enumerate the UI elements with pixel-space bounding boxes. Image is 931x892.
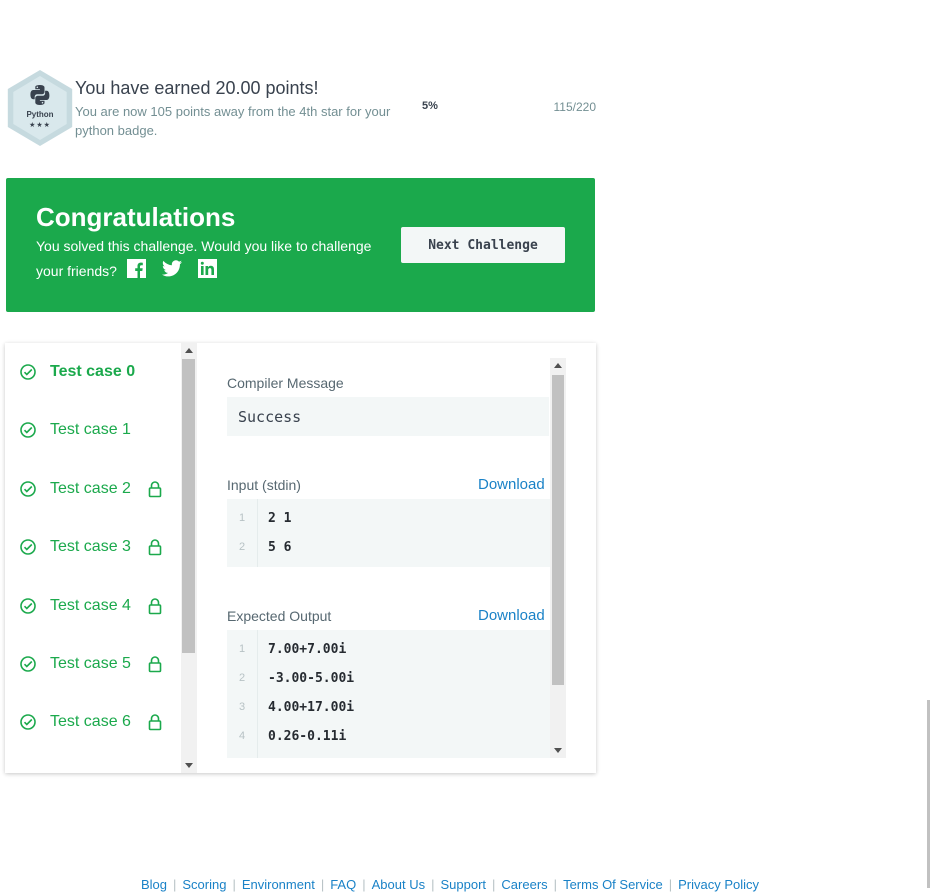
detail-scroll-down-arrow-icon[interactable]	[554, 748, 562, 753]
test-results-panel: Test case 0 Test case 1 Test case 2 Test ca…	[5, 343, 596, 773]
test-case-list-scrollbar[interactable]	[181, 343, 197, 773]
badge-progress-count: 115/220	[553, 100, 597, 114]
footer-separator: |	[431, 877, 435, 892]
footer-link[interactable]: FAQ	[330, 877, 356, 892]
check-circle-icon	[19, 421, 37, 439]
footer-link[interactable]: Careers	[501, 877, 547, 892]
footer-separator: |	[172, 877, 177, 892]
code-line: 1 7.00+7.00i	[227, 639, 346, 659]
footer-link[interactable]: Blog	[141, 877, 167, 892]
footer-link[interactable]: About Us	[372, 877, 425, 892]
python-logo-icon	[30, 85, 50, 105]
line-number: 2	[238, 672, 246, 684]
code-text: 4.00+17.00i	[268, 699, 355, 715]
code-text: 2 1	[268, 510, 292, 526]
test-case-detail: Compiler Message Success Input (stdin) D…	[197, 343, 596, 773]
line-number: 1	[238, 512, 246, 524]
test-case-tab-3[interactable]: Test case 3	[19, 535, 163, 559]
code-line: 4 0.26-0.11i	[227, 726, 346, 746]
scroll-up-arrow-icon[interactable]	[185, 348, 193, 353]
test-case-label: Test case 0	[50, 363, 136, 380]
code-text: 0.26-0.11i	[268, 728, 347, 744]
test-case-label: Test case 4	[50, 596, 131, 614]
lock-icon	[147, 655, 163, 673]
test-case-tab-0[interactable]: Test case 0	[19, 360, 135, 384]
input-code-box: 1 2 1 2 5 6	[227, 499, 566, 567]
test-case-tab-4[interactable]: Test case 4	[19, 594, 163, 618]
test-case-list: Test case 0 Test case 1 Test case 2 Test ca…	[5, 343, 197, 773]
test-case-tab-2[interactable]: Test case 2	[19, 477, 163, 501]
page-scrollbar[interactable]	[926, 0, 931, 888]
test-case-tab-6[interactable]: Test case 6	[19, 710, 163, 734]
code-text: -3.00-5.00i	[268, 670, 355, 686]
footer-separator: |	[668, 877, 673, 892]
check-circle-icon	[19, 363, 37, 381]
footer-links: Blog | Scoring | Environment | FAQ | About Us | Su…	[0, 877, 900, 892]
check-circle-icon	[19, 480, 37, 498]
test-case-label: Test case 5	[50, 655, 131, 672]
test-case-label: Test case 3	[50, 538, 131, 556]
test-case-tab-1[interactable]: Test case 1	[19, 418, 131, 442]
congratulations-message: You solved this challenge. Would you lik…	[36, 234, 396, 286]
expected-output-download-link[interactable]: Download	[478, 607, 545, 624]
test-case-label: Test case 2	[50, 479, 131, 497]
expected-output-code-box: 1 7.00+7.00i 2 -3.00-5.00i 3 4.00+17.00i 4 0.26…	[227, 630, 566, 758]
expected-output-title: Expected Output	[227, 608, 332, 624]
lock-icon	[147, 713, 163, 731]
social-share-group	[126, 259, 229, 286]
python-badge: Python ★★★	[7, 70, 73, 146]
badge-label: Python	[26, 110, 54, 119]
facebook-icon[interactable]	[126, 259, 146, 286]
check-circle-icon	[19, 597, 37, 615]
line-number: 2	[238, 541, 246, 553]
line-number: 1	[238, 643, 246, 655]
lock-icon	[147, 597, 163, 615]
earned-points-subtitle: You are now 105 points away from the 4th…	[75, 104, 391, 138]
code-line: 2 5 6	[227, 537, 292, 557]
code-line: 3 4.00+17.00i	[227, 697, 354, 717]
lock-icon	[147, 538, 163, 556]
detail-scroll-up-arrow-icon[interactable]	[554, 363, 562, 368]
footer-separator: |	[492, 877, 496, 892]
footer-separator: |	[553, 877, 558, 892]
code-line: 2 -3.00-5.00i	[227, 668, 354, 688]
footer-link[interactable]: Support	[440, 877, 486, 892]
congratulations-title: Congratulations	[36, 202, 236, 232]
test-case-list-scrollbar-thumb[interactable]	[182, 359, 195, 653]
footer-separator: |	[320, 877, 325, 892]
input-title: Input (stdin)	[227, 477, 301, 493]
input-download-link[interactable]: Download	[478, 476, 545, 493]
test-case-label: Test case 1	[50, 421, 131, 439]
badge-progress-percent: 5%	[422, 100, 438, 112]
congratulations-banner: Congratulations You solved this challeng…	[6, 178, 595, 312]
code-text: 5 6	[268, 539, 292, 555]
page-scrollbar-thumb[interactable]	[927, 700, 930, 888]
code-line: 1 2 1	[227, 508, 292, 528]
check-circle-icon	[19, 655, 37, 673]
test-case-label: Test case 6	[50, 713, 131, 731]
test-detail-scrollbar[interactable]	[550, 358, 566, 758]
footer-separator: |	[232, 877, 236, 892]
test-case-tab-5[interactable]: Test case 5	[19, 652, 163, 676]
badge-stars: ★★★	[29, 122, 51, 129]
check-circle-icon	[19, 538, 37, 556]
line-number: 3	[238, 701, 246, 713]
footer-link[interactable]: Privacy Policy	[678, 877, 759, 892]
next-challenge-button[interactable]: Next Challenge	[401, 227, 565, 263]
compiler-message-title: Compiler Message	[227, 375, 344, 391]
lock-icon	[147, 480, 163, 498]
compiler-message-box: Success	[227, 397, 549, 436]
test-detail-scrollbar-thumb[interactable]	[552, 375, 564, 685]
twitter-icon[interactable]	[161, 260, 182, 285]
footer-separator: |	[362, 877, 366, 892]
scroll-down-arrow-icon[interactable]	[185, 763, 193, 768]
line-number: 4	[238, 730, 246, 742]
check-circle-icon	[19, 713, 37, 731]
code-text: 7.00+7.00i	[268, 641, 347, 657]
footer-link[interactable]: Terms Of Service	[563, 877, 663, 892]
footer-link[interactable]: Scoring	[182, 877, 226, 892]
linkedin-icon[interactable]	[197, 259, 217, 286]
earned-points-title: You have earned 20.00 points!	[75, 78, 319, 98]
footer-link[interactable]: Environment	[242, 877, 315, 892]
